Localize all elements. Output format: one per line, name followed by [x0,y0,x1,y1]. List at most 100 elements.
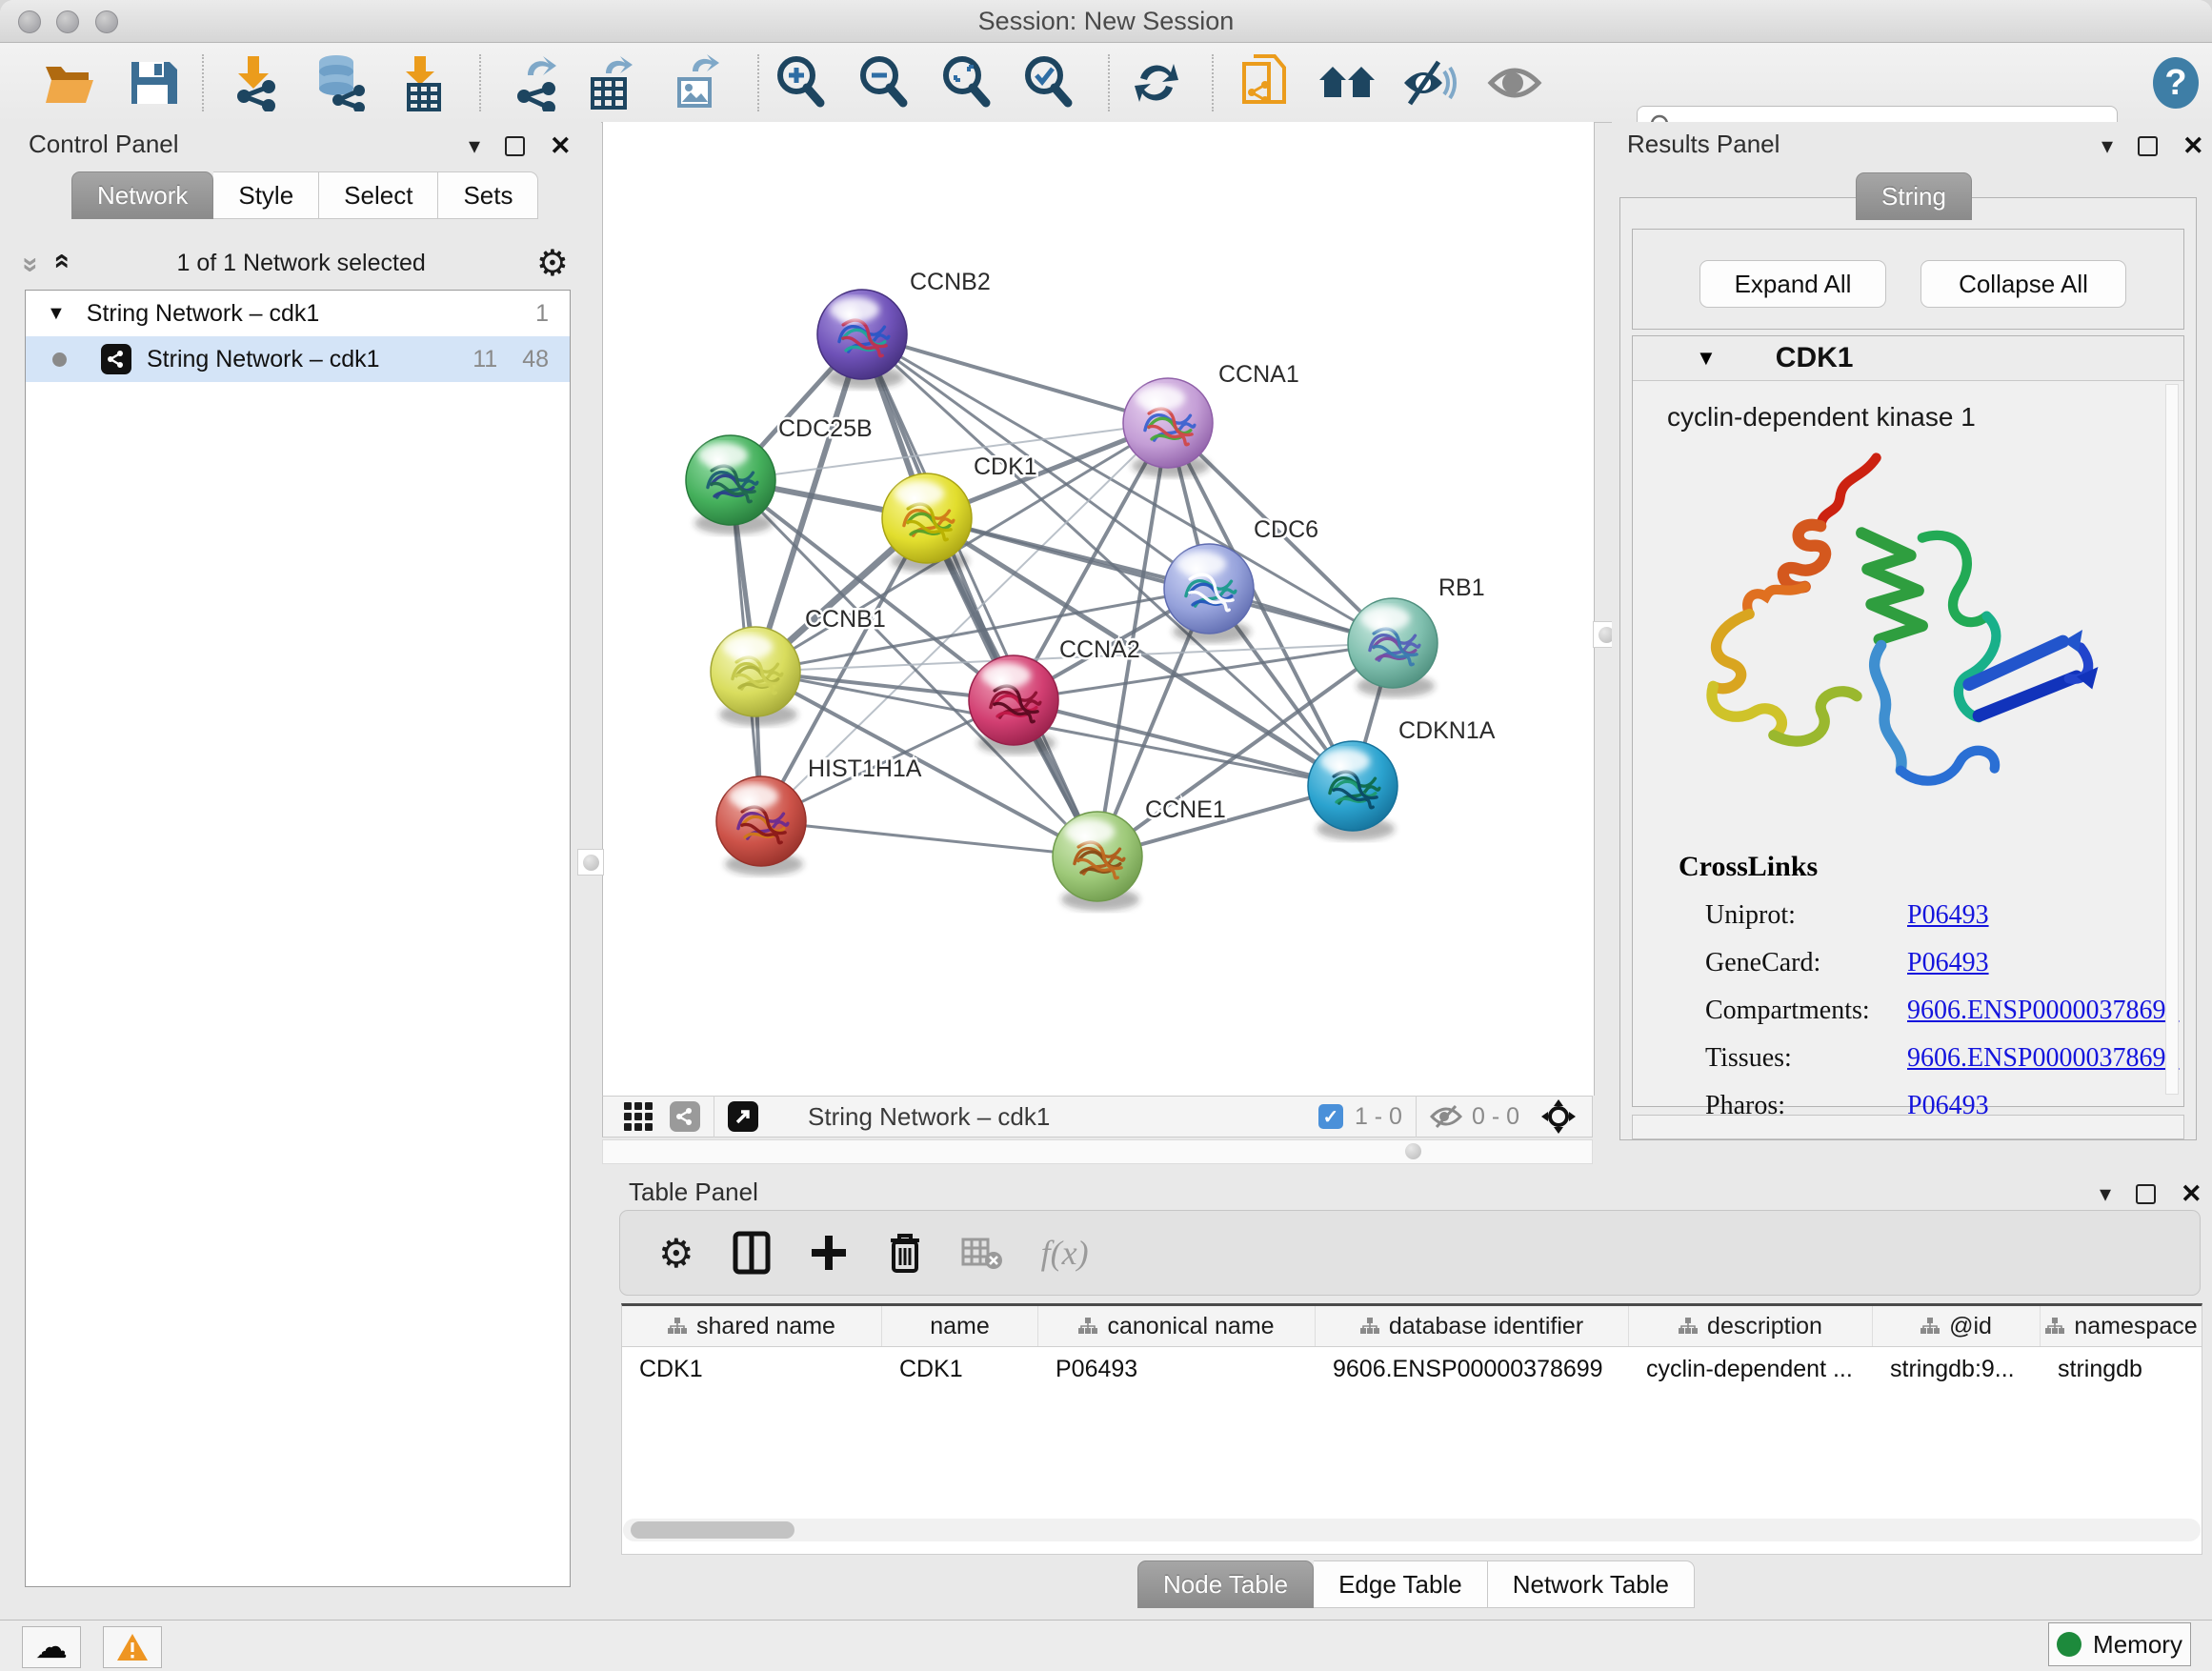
column-header-database-identifier[interactable]: database identifier [1316,1306,1629,1346]
collapse-all-button[interactable]: Collapse All [1920,260,2126,308]
column-header-name[interactable]: name [882,1306,1038,1346]
table-cell[interactable]: stringdb:9... [1873,1347,2041,1391]
home-neighbors-icon[interactable] [1317,59,1378,107]
export-image-icon[interactable] [670,54,721,111]
tab-network-table[interactable]: Network Table [1488,1560,1695,1608]
table-cell[interactable]: stringdb [2041,1347,2202,1391]
table-hscrollbar[interactable] [623,1519,2201,1541]
network-node-CCNA2[interactable] [969,655,1058,755]
panel-menu-icon[interactable]: ▾ [469,132,480,160]
close-panel-icon[interactable]: ✕ [550,131,572,161]
network-node-CDC25B[interactable] [686,435,775,534]
selected-checkbox-icon[interactable]: ✓ [1318,1104,1343,1129]
crosslink-value[interactable]: P06493 [1907,900,1989,931]
table-cell[interactable]: 9606.ENSP00000378699 [1316,1347,1629,1391]
zoom-selected-icon[interactable] [1021,54,1075,111]
save-session-icon[interactable] [128,58,177,108]
tab-select[interactable]: Select [319,171,438,219]
panel-menu-icon[interactable]: ▾ [2100,1180,2111,1208]
hide-selected-icon[interactable] [1400,58,1458,108]
panel-menu-icon[interactable]: ▾ [2101,132,2113,160]
tab-string[interactable]: String [1856,172,1972,220]
memory-label: Memory [2093,1630,2182,1660]
close-panel-icon[interactable]: ✕ [2181,1179,2202,1209]
column-header-shared-name[interactable]: shared name [622,1306,882,1346]
tab-node-table[interactable]: Node Table [1137,1560,1314,1608]
network-collection-row[interactable]: ▼ String Network – cdk1 1 [26,291,570,336]
export-table-icon[interactable] [585,54,636,111]
float-panel-icon[interactable] [505,136,525,156]
table-cell[interactable]: CDK1 [882,1347,1038,1391]
network-node-CCNE1[interactable] [1053,812,1142,911]
delete-column-icon[interactable] [887,1231,923,1275]
network-node-RB1[interactable] [1348,598,1438,697]
memory-button[interactable]: Memory [2048,1622,2191,1666]
tab-sets[interactable]: Sets [438,171,538,219]
gear-icon[interactable]: ⚙ [536,242,569,285]
float-panel-icon[interactable] [2138,136,2158,156]
crosslink-value[interactable]: 9606.ENSP00000378699 [1907,1043,2179,1074]
add-column-icon[interactable] [809,1233,849,1273]
tree-expand-icon[interactable]: ▼ [47,303,66,325]
network-edge-HIST1H1A-CCNE1[interactable] [761,821,1097,856]
network-canvas[interactable]: CCNB2CCNA1CDC25BCDK1CDC6RB1CCNB1CCNA2CDK… [602,122,1595,1096]
warnings-button[interactable] [103,1626,162,1668]
column-header-canonical-name[interactable]: canonical name [1038,1306,1316,1346]
tab-network[interactable]: Network [71,171,213,219]
clone-network-icon[interactable] [1240,54,1288,111]
table-row[interactable]: CDK1CDK1P064939606.ENSP00000378699cyclin… [622,1347,2202,1391]
birds-eye-view-icon[interactable] [624,1102,653,1131]
column-header-description[interactable]: description [1629,1306,1873,1346]
network-edge-CCNB2-CCNA1[interactable] [862,334,1168,423]
delete-table-icon[interactable] [961,1236,1003,1270]
crosslink-value[interactable]: 9606.ENSP00000378699 [1907,996,2179,1026]
horizontal-splitter[interactable] [602,1139,1593,1164]
cloud-button[interactable]: ☁ [22,1626,81,1668]
show-all-icon[interactable] [1487,61,1542,105]
toolbar-separator [1108,54,1110,111]
column-header--id[interactable]: @id [1873,1306,2041,1346]
network-row[interactable]: String Network – cdk1 11 48 [26,336,570,382]
hidden-eye-icon[interactable] [1430,1104,1462,1129]
table-cell[interactable]: CDK1 [622,1347,882,1391]
network-node-CCNB2[interactable] [817,290,907,389]
network-node-CCNB1[interactable] [711,627,800,726]
collapse-caret-icon[interactable]: ▼ [1696,346,1717,371]
show-columns-icon[interactable] [733,1231,771,1275]
network-node-CCNA1[interactable] [1123,378,1213,477]
open-session-icon[interactable] [42,59,97,107]
crosslink-row: GeneCard:P06493 [1705,948,2183,978]
network-edge-CDK1-RB1[interactable] [927,518,1393,643]
fit-content-icon[interactable] [1540,1098,1577,1135]
crosslink-value[interactable]: P06493 [1907,948,1989,978]
protein-card-header[interactable]: ▼ CDK1 [1633,336,2183,381]
open-in-browser-icon[interactable] [728,1101,758,1132]
tab-style[interactable]: Style [213,171,319,219]
results-scrollbar[interactable] [2165,384,2179,1095]
network-node-CDC6[interactable] [1164,544,1254,643]
network-node-CDK1[interactable] [882,473,972,573]
scrollbar-thumb[interactable] [631,1521,794,1539]
table-cell[interactable]: cyclin-dependent ... [1629,1347,1873,1391]
network-node-CDKN1A[interactable] [1308,741,1398,840]
export-network-icon[interactable] [509,54,562,111]
network-node-HIST1H1A[interactable] [716,776,806,876]
tab-edge-table[interactable]: Edge Table [1314,1560,1488,1608]
refresh-icon[interactable] [1131,57,1182,109]
import-database-icon[interactable] [312,54,367,111]
zoom-fit-icon[interactable] [939,54,993,111]
left-splitter-handle[interactable] [577,849,604,876]
table-settings-icon[interactable]: ⚙ [658,1230,694,1277]
expand-all-button[interactable]: Expand All [1699,260,1886,308]
zoom-out-icon[interactable] [856,54,910,111]
help-icon[interactable]: ? [2151,56,2201,110]
table-cell[interactable]: P06493 [1038,1347,1316,1391]
zoom-in-icon[interactable] [774,54,827,111]
network-badge-icon[interactable] [670,1101,700,1132]
column-header-namespace[interactable]: namespace [2041,1306,2202,1346]
close-panel-icon[interactable]: ✕ [2182,131,2204,161]
function-builder-icon[interactable]: f(x) [1041,1233,1089,1273]
float-panel-icon[interactable] [2136,1184,2156,1204]
import-table-icon[interactable] [397,54,447,111]
import-network-icon[interactable] [227,54,280,111]
